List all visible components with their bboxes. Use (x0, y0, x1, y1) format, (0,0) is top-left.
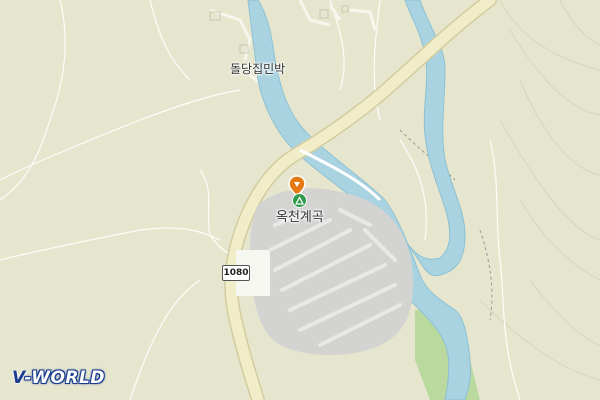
valley-label: 옥천계곡 (276, 210, 324, 225)
map-view[interactable]: 돌당집민박 옥천계곡 1080 V-WORLD (0, 0, 600, 400)
route-1080-shield: 1080 (222, 265, 250, 281)
logo-prefix: V (12, 368, 25, 388)
logo-text: -WORLD (24, 368, 105, 388)
vworld-logo: V-WORLD (12, 368, 105, 388)
campsite-icon (292, 193, 307, 208)
lodging-label: 돌당집민박 (230, 62, 286, 76)
